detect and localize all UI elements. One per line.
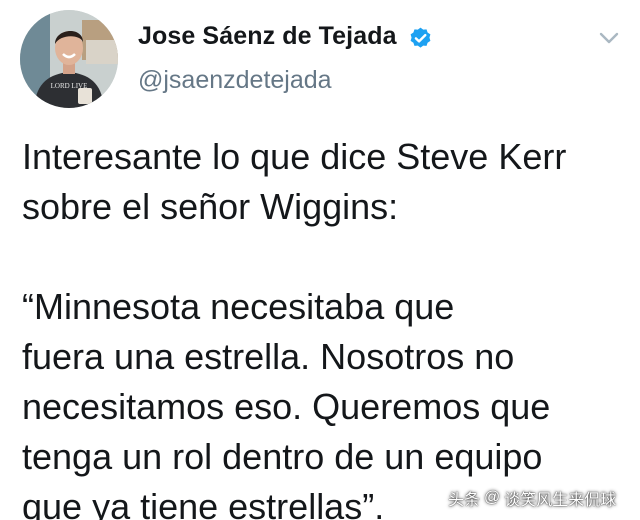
watermark-source: 头条 xyxy=(448,492,481,509)
tweet-text-line: sobre el señor Wiggins: xyxy=(22,186,399,227)
watermark: 头条 @ 谈笑风生来侃球 xyxy=(448,484,616,512)
tweet-text-line: Interesante lo que dice Steve Kerr xyxy=(22,136,567,177)
watermark-at-sign: @ xyxy=(484,489,501,506)
avatar[interactable]: LORD LIVE xyxy=(20,10,118,108)
tweet-text: Interesante lo que dice Steve Kerr sobre… xyxy=(22,132,622,520)
avatar-photo: LORD LIVE xyxy=(20,10,118,108)
chevron-down-icon[interactable] xyxy=(596,28,622,48)
author-display-name[interactable]: Jose Sáenz de Tejada xyxy=(138,22,397,51)
author-handle[interactable]: @jsaenzdetejada xyxy=(138,66,332,95)
tweet-text-line: fuera una estrella. Nosotros no xyxy=(22,336,515,377)
tweet-card: LORD LIVE Jose Sáenz de Tejada @jsaenzde… xyxy=(0,0,640,520)
verified-badge-icon xyxy=(410,27,431,48)
tweet-text-line: necesitamos eso. Queremos que xyxy=(22,386,551,427)
tweet-text-line: tenga un rol dentro de un equipo xyxy=(22,436,543,477)
tweet-text-line: “Minnesota necesitaba que xyxy=(22,286,455,327)
watermark-account: 谈笑风生来侃球 xyxy=(504,492,617,509)
